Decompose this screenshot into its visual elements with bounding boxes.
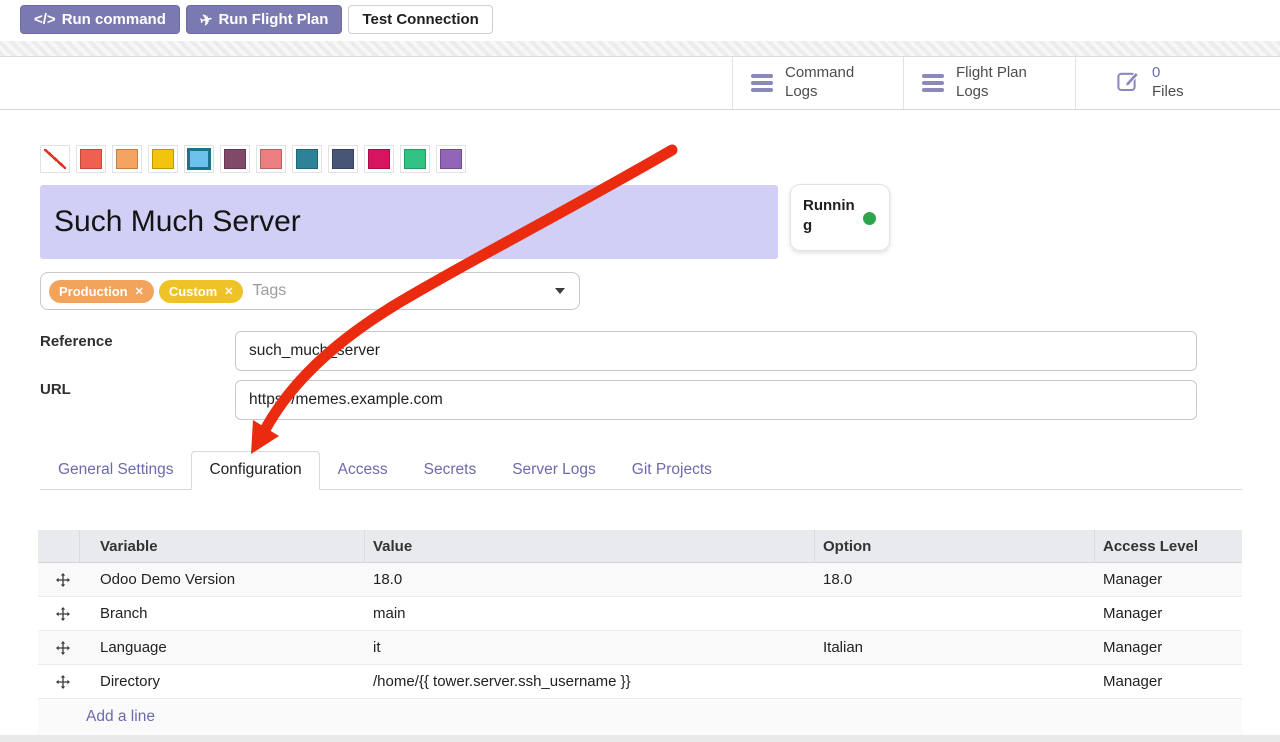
tag-custom: Custom ✕ (159, 280, 244, 303)
edit-icon (1116, 69, 1140, 98)
swatch-teal[interactable] (292, 145, 322, 173)
tags-field[interactable]: Production ✕ Custom ✕ Tags (40, 272, 580, 310)
url-input[interactable] (235, 380, 1197, 420)
drag-handle-icon[interactable] (38, 675, 80, 689)
test-connection-button[interactable]: Test Connection (348, 5, 492, 34)
run-flight-plan-label: Run Flight Plan (218, 11, 328, 28)
handle-column-header (38, 530, 80, 562)
test-connection-label: Test Connection (362, 11, 478, 28)
tab-git-projects[interactable]: Git Projects (614, 451, 730, 490)
cell-value[interactable]: main (365, 605, 815, 622)
drag-handle-icon[interactable] (38, 607, 80, 621)
swatch-no-color[interactable] (40, 145, 70, 173)
drag-handle-icon[interactable] (38, 573, 80, 587)
plane-icon: ✈ (198, 9, 214, 29)
form-header: Command Logs Flight Plan Logs 0 Files (0, 57, 1280, 110)
remove-tag-icon[interactable]: ✕ (224, 285, 233, 298)
cell-variable[interactable]: Branch (80, 605, 365, 622)
cell-access-level[interactable]: Manager (1095, 673, 1242, 690)
server-name-input[interactable]: Such Much Server (40, 185, 778, 259)
files-count: 0 (1152, 64, 1232, 83)
cell-variable[interactable]: Directory (80, 673, 365, 690)
cell-value[interactable]: 18.0 (365, 571, 815, 588)
swatch-purple[interactable] (436, 145, 466, 173)
tab-server-logs[interactable]: Server Logs (494, 451, 614, 490)
cell-access-level[interactable]: Manager (1095, 639, 1242, 656)
table-header-row: Variable Value Option Access Level (38, 530, 1242, 563)
cell-variable[interactable]: Language (80, 639, 365, 656)
swatch-green[interactable] (400, 145, 430, 173)
table-row[interactable]: Directory /home/{{ tower.server.ssh_user… (38, 665, 1242, 699)
tab-configuration[interactable]: Configuration (191, 451, 319, 490)
run-command-button[interactable]: </> Run command (20, 5, 180, 34)
swatch-light-blue-selected[interactable] (184, 145, 214, 173)
notebook-tabs: General Settings Configuration Access Se… (40, 453, 1242, 490)
form-sheet: Such Much Server Running Production ✕ Cu… (0, 110, 1280, 735)
no-color-slash-icon (44, 149, 66, 169)
separator-band (0, 41, 1280, 57)
tag-custom-label: Custom (169, 284, 217, 299)
reference-input[interactable] (235, 331, 1197, 371)
tab-access[interactable]: Access (320, 451, 406, 490)
command-logs-button[interactable]: Command Logs (732, 57, 903, 109)
tab-general-settings[interactable]: General Settings (40, 451, 191, 490)
add-a-line-link[interactable]: Add a line (38, 708, 155, 726)
cell-value[interactable]: /home/{{ tower.server.ssh_username }} (365, 673, 815, 690)
remove-tag-icon[interactable]: ✕ (135, 285, 144, 298)
flight-plan-logs-label: Flight Plan Logs (956, 64, 1036, 102)
add-line-row: Add a line (38, 699, 1242, 735)
column-option[interactable]: Option (815, 530, 1095, 562)
tag-production-label: Production (59, 284, 128, 299)
column-variable[interactable]: Variable (80, 530, 365, 562)
table-row[interactable]: Odoo Demo Version 18.0 18.0 Manager (38, 563, 1242, 597)
top-action-bar: </> Run command ✈ Run Flight Plan Test C… (0, 0, 1280, 41)
url-label: URL (40, 381, 71, 398)
files-button[interactable]: 0 Files (1075, 57, 1280, 109)
reference-label: Reference (40, 333, 113, 350)
column-value[interactable]: Value (365, 530, 815, 562)
code-icon: </> (34, 11, 56, 28)
tab-secrets[interactable]: Secrets (406, 451, 495, 490)
cell-access-level[interactable]: Manager (1095, 571, 1242, 588)
cell-option[interactable]: 18.0 (815, 571, 1095, 588)
table-row[interactable]: Language it Italian Manager (38, 631, 1242, 665)
cell-option[interactable]: Italian (815, 639, 1095, 656)
list-icon (751, 74, 773, 92)
cell-access-level[interactable]: Manager (1095, 605, 1242, 622)
run-command-label: Run command (62, 11, 166, 28)
status-label: Running (803, 196, 857, 235)
flight-plan-logs-button[interactable]: Flight Plan Logs (903, 57, 1075, 109)
column-access-level[interactable]: Access Level (1095, 530, 1242, 562)
swatch-dark-blue[interactable] (328, 145, 358, 173)
swatch-yellow[interactable] (148, 145, 178, 173)
swatch-red[interactable] (76, 145, 106, 173)
cell-value[interactable]: it (365, 639, 815, 656)
tags-placeholder: Tags (252, 282, 286, 300)
page-bottom-band (0, 735, 1280, 742)
swatch-fuchsia[interactable] (364, 145, 394, 173)
command-logs-label: Command Logs (785, 64, 865, 102)
swatch-dark-purple[interactable] (220, 145, 250, 173)
swatch-orange[interactable] (112, 145, 142, 173)
chevron-down-icon[interactable] (555, 288, 565, 294)
table-body: Odoo Demo Version 18.0 18.0 Manager Bran… (38, 563, 1242, 699)
tag-production: Production ✕ (49, 280, 154, 303)
server-status-card: Running (790, 184, 890, 251)
files-label: Files (1152, 83, 1232, 102)
color-picker (40, 145, 466, 173)
status-green-dot-icon (863, 212, 876, 225)
variables-table: Variable Value Option Access Level Odoo … (38, 530, 1242, 735)
run-flight-plan-button[interactable]: ✈ Run Flight Plan (186, 5, 343, 34)
server-name-value: Such Much Server (54, 205, 301, 239)
swatch-salmon[interactable] (256, 145, 286, 173)
cell-variable[interactable]: Odoo Demo Version (80, 571, 365, 588)
table-row[interactable]: Branch main Manager (38, 597, 1242, 631)
list-icon (922, 74, 944, 92)
drag-handle-icon[interactable] (38, 641, 80, 655)
